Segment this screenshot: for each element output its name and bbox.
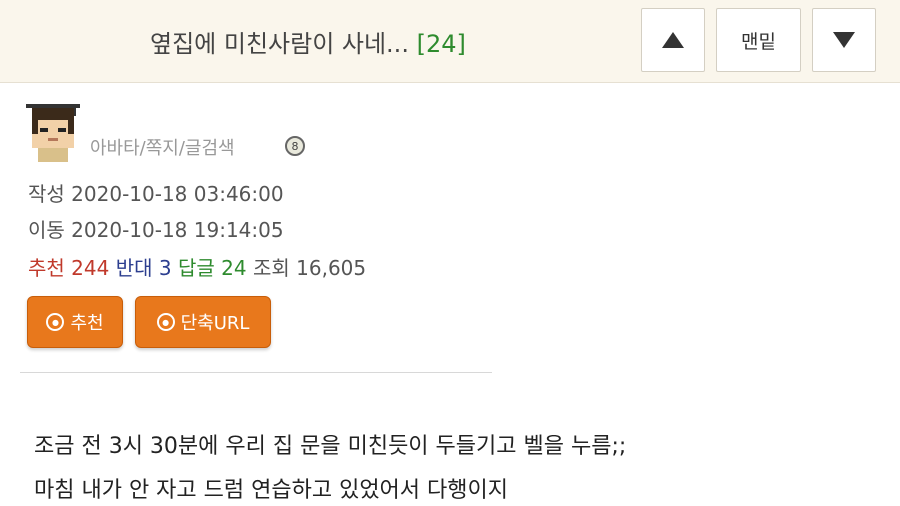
short-url-button[interactable]: ● 단축URL (135, 296, 271, 348)
reply-count[interactable]: [24] (417, 30, 466, 58)
short-url-circle-icon: ● (156, 313, 175, 331)
level-badge-icon: 8 (285, 136, 305, 156)
arrow-up-icon (662, 32, 684, 48)
view-stat-value: 16,605 (296, 256, 367, 280)
oppose-stat-value: 3 (158, 256, 172, 280)
moved-value: 2020-10-18 19:14:05 (71, 218, 284, 242)
post-header: 옆집에 미친사람이 사네... [24] 맨밑 (0, 0, 900, 83)
avatar[interactable] (26, 104, 80, 162)
post-body-line: 마침 내가 안 자고 드럼 연습하고 있었어서 다행이지 (34, 478, 508, 503)
arrow-down-icon (833, 32, 855, 48)
user-links[interactable]: 아바타/쪽지/글검색 (90, 134, 235, 160)
post-title-text: 옆집에 미친사람이 사네... (150, 30, 409, 58)
written-date: 작성 2020-10-18 03:46:00 (28, 178, 284, 207)
recommend-circle-icon: ● (46, 313, 65, 331)
post-title: 옆집에 미친사람이 사네... [24] (150, 24, 466, 59)
post-body-line: 조금 전 3시 30분에 우리 집 문을 미친듯이 두들기고 벨을 누름;; (34, 434, 627, 459)
content-divider (20, 372, 492, 373)
scroll-down-button[interactable] (812, 8, 876, 72)
moved-date: 이동 2020-10-18 19:14:05 (28, 214, 284, 243)
written-value: 2020-10-18 03:46:00 (71, 182, 284, 206)
recommend-stat-value: 244 (71, 256, 110, 280)
written-label: 작성 (28, 182, 65, 206)
view-stat-label: 조회 (252, 256, 290, 280)
scroll-bottom-button[interactable]: 맨밑 (716, 8, 801, 72)
short-url-button-label: 단축URL (180, 313, 250, 334)
oppose-stat-label: 반대 (115, 256, 153, 280)
moved-label: 이동 (28, 218, 65, 242)
recommend-stat-label: 추천 (28, 256, 65, 280)
recommend-button-label: 추천 (70, 313, 104, 334)
post-stats: 추천 244 반대 3 답글 24 조회 16,605 (28, 252, 366, 281)
reply-stat-label: 답글 (177, 256, 215, 280)
reply-stat-value: 24 (221, 256, 247, 280)
recommend-button[interactable]: ● 추천 (27, 296, 123, 348)
scroll-up-button[interactable] (641, 8, 705, 72)
